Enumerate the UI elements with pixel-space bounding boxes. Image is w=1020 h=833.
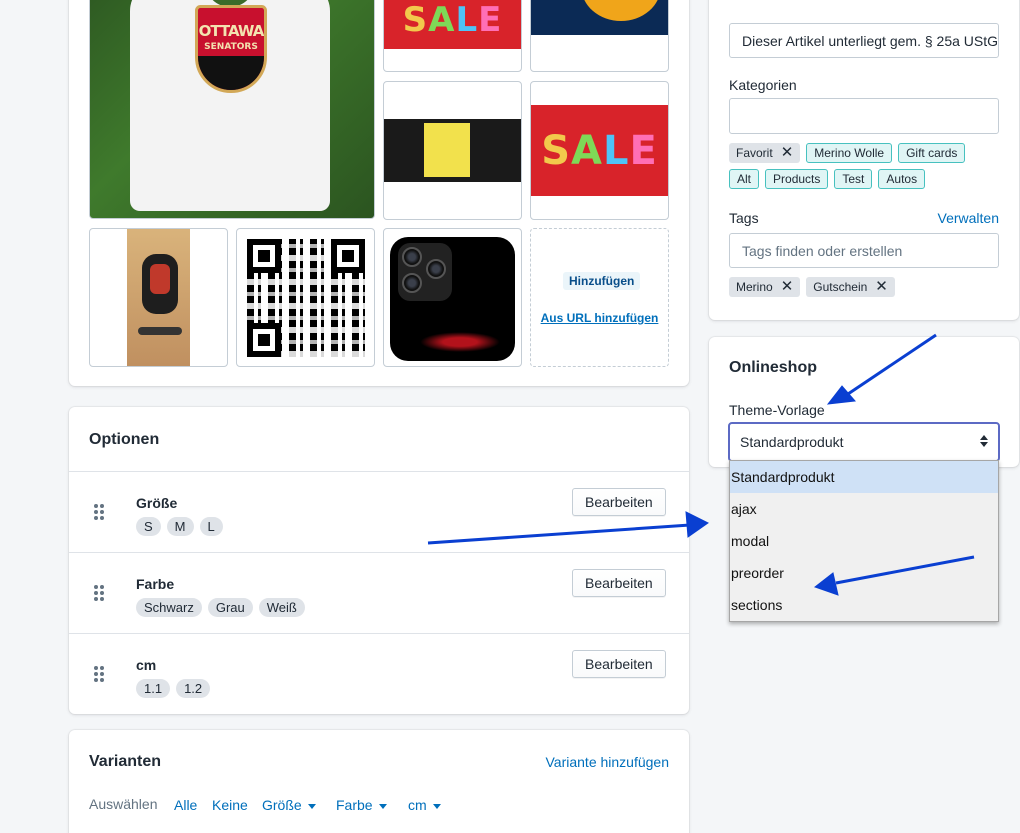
filter-size[interactable]: Größe — [262, 797, 316, 813]
add-variant-link[interactable]: Variante hinzufügen — [546, 754, 670, 770]
option-name: Farbe — [136, 576, 175, 592]
sale-image: SALE — [384, 0, 521, 49]
drag-handle[interactable] — [94, 666, 104, 682]
close-icon[interactable]: ✕ — [781, 145, 794, 160]
filter-all[interactable]: Alle — [174, 797, 197, 813]
media-thumb-sale-1[interactable]: SALE — [383, 0, 522, 72]
select-value: Standardprodukt — [740, 434, 844, 450]
drag-handle[interactable] — [94, 504, 104, 520]
tag-favorit[interactable]: Favorit ✕ — [729, 143, 801, 163]
edit-option-button[interactable]: Bearbeiten — [572, 650, 666, 678]
tag-gutschein: Gutschein ✕ — [806, 277, 895, 297]
tag-suggestion[interactable]: Test — [834, 169, 873, 189]
filter-color[interactable]: Farbe — [336, 797, 387, 813]
tags-label: Tags — [729, 210, 759, 226]
drag-handle[interactable] — [94, 585, 104, 601]
caret-down-icon — [432, 803, 441, 809]
theme-template-select[interactable]: Standardprodukt — [728, 422, 1000, 462]
categories-label: Kategorien — [729, 77, 797, 93]
close-icon[interactable]: ✕ — [781, 279, 794, 294]
tags-list: Merino ✕ Gutschein ✕ — [729, 277, 895, 297]
media-thumb-chair[interactable] — [89, 228, 228, 367]
tags-input[interactable]: Tags finden oder erstellen — [729, 233, 999, 268]
tag-suggestion[interactable]: Autos — [878, 169, 926, 189]
logo-text-1: OTTAWA — [198, 22, 264, 40]
tag-suggestion[interactable]: Gift cards — [898, 143, 966, 163]
edit-option-button[interactable]: Bearbeiten — [572, 488, 666, 516]
dropdown-option[interactable]: modal — [730, 525, 998, 557]
select-arrows-icon — [980, 435, 988, 447]
option-value: L — [199, 517, 223, 536]
option-value: 1.2 — [176, 679, 211, 698]
categories-input[interactable] — [729, 98, 999, 134]
option-value: S — [136, 517, 161, 536]
variants-card: Varianten Variante hinzufügen Auswählen … — [69, 730, 689, 833]
sale-image-2: SALE — [531, 105, 668, 196]
tag-suggestion[interactable]: Products — [765, 169, 829, 189]
close-icon[interactable]: ✕ — [875, 279, 888, 294]
online-store-title: Onlineshop — [729, 359, 817, 376]
option-value: Grau — [207, 598, 253, 617]
select-label: Auswählen — [89, 796, 158, 812]
theme-template-label: Theme-Vorlage — [729, 402, 825, 418]
add-media-button[interactable]: Hinzufügen — [563, 272, 641, 290]
option-values: S M L — [136, 517, 223, 536]
media-card: OTTAWA SENATORS SALE SALE Hinzufügen Aus… — [69, 0, 689, 386]
note-image — [384, 119, 521, 182]
tag-suggestion[interactable]: Merino Wolle — [806, 143, 893, 163]
option-value: Schwarz — [136, 598, 202, 617]
option-value: M — [166, 517, 194, 536]
dropdown-option[interactable]: ajax — [730, 493, 998, 525]
filter-cm[interactable]: cm — [408, 797, 441, 813]
tag-merino: Merino ✕ — [729, 277, 801, 297]
edit-option-button[interactable]: Bearbeiten — [572, 569, 666, 597]
media-thumb-qr[interactable] — [236, 228, 375, 367]
logo-shield: OTTAWA SENATORS — [195, 5, 267, 93]
filter-none[interactable]: Keine — [212, 797, 248, 813]
caret-down-icon — [378, 803, 387, 809]
media-thumb-note[interactable] — [383, 81, 522, 220]
add-from-url-link[interactable]: Aus URL hinzufügen — [531, 311, 668, 325]
media-thumb-dark[interactable] — [530, 0, 669, 72]
theme-template-dropdown: Standardprodukt ajax modal preorder sect… — [729, 460, 999, 622]
dropdown-option[interactable]: preorder — [730, 557, 998, 589]
option-value: Weiß — [258, 598, 305, 617]
tax-note-field[interactable]: Dieser Artikel unterliegt gem. § 25a USt… — [729, 23, 999, 58]
option-values: Schwarz Grau Weiß — [136, 598, 305, 617]
suggested-tags: Favorit ✕ Merino Wolle Gift cards Alt Pro… — [729, 143, 999, 189]
online-store-card: Onlineshop Theme-Vorlage Standardprodukt — [709, 337, 1019, 467]
option-name: Größe — [136, 495, 178, 511]
option-value: 1.1 — [136, 679, 171, 698]
media-thumb-sale-2[interactable]: SALE — [530, 81, 669, 220]
caret-down-icon — [307, 803, 316, 809]
dropdown-option[interactable]: sections — [730, 589, 998, 621]
options-card: Optionen Größe S M L Bearbeiten Farbe Sc… — [69, 407, 689, 714]
orange-circle-image — [581, 0, 661, 21]
logo-text-2: SENATORS — [204, 42, 258, 52]
media-thumb-main[interactable]: OTTAWA SENATORS — [89, 0, 375, 219]
option-values: 1.1 1.2 — [136, 679, 211, 698]
arrow-head-icon — [685, 511, 709, 538]
organization-card: Dieser Artikel unterliegt gem. § 25a USt… — [709, 0, 1019, 320]
manage-tags-link[interactable]: Verwalten — [938, 210, 999, 226]
dropdown-option[interactable]: Standardprodukt — [730, 461, 998, 493]
media-thumb-phone[interactable] — [383, 228, 522, 367]
phone-case-image — [390, 237, 515, 361]
variants-title: Varianten — [89, 753, 162, 770]
tag-suggestion[interactable]: Alt — [729, 169, 760, 189]
media-dropzone[interactable]: Hinzufügen Aus URL hinzufügen — [530, 228, 669, 367]
options-title: Optionen — [89, 431, 160, 448]
option-name: cm — [136, 657, 157, 673]
